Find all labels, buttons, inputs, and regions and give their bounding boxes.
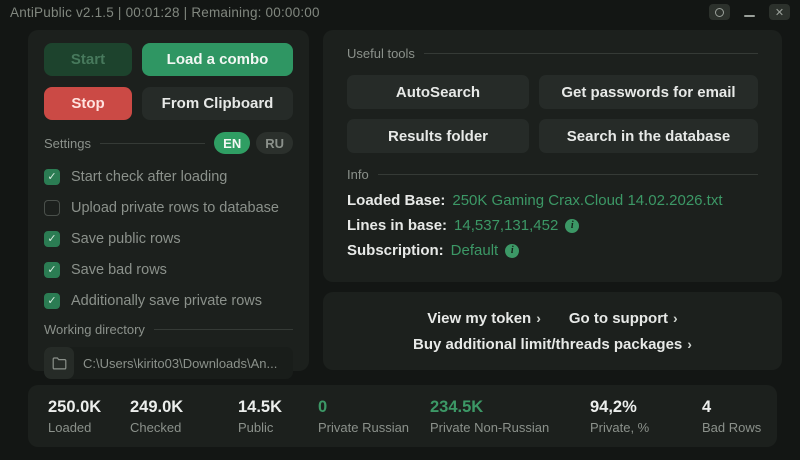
checkbox-label: Upload private rows to database — [71, 200, 279, 216]
window-controls: ✕ — [709, 4, 790, 20]
minimize-icon — [744, 14, 755, 17]
stats-bar: 250.0K Loaded 249.0K Checked 14.5K Publi… — [28, 385, 777, 447]
stat-value: 249.0K — [130, 397, 184, 416]
from-clipboard-button[interactable]: From Clipboard — [142, 87, 293, 120]
buy-packages-link[interactable]: Buy additional limit/threads packages › — [413, 336, 692, 353]
loaded-base-value: 250K Gaming Crax.Cloud 14.02.2026.txt — [452, 192, 723, 209]
stat-bad-rows: 4 Bad Rows — [702, 398, 772, 435]
minimize-button[interactable] — [739, 4, 760, 20]
view-my-token-link[interactable]: View my token › — [427, 310, 541, 327]
stat-value: 250.0K — [48, 397, 102, 416]
language-ru-button[interactable]: RU — [256, 132, 293, 154]
folder-icon — [52, 356, 66, 369]
checkbox-icon — [44, 293, 60, 309]
stat-public: 14.5K Public — [238, 398, 318, 435]
divider — [153, 329, 293, 330]
go-to-support-link[interactable]: Go to support › — [569, 310, 678, 327]
tools-grid: AutoSearch Get passwords for email Resul… — [347, 75, 758, 153]
divider — [377, 174, 758, 175]
working-directory-header: Working directory — [44, 322, 293, 337]
language-en-button[interactable]: EN — [214, 132, 251, 154]
start-button[interactable]: Start — [44, 43, 132, 76]
stat-label: Checked — [130, 419, 182, 435]
info-icon[interactable]: i — [565, 219, 580, 233]
stat-label: Loaded — [48, 419, 92, 435]
stat-private-non-russian: 234.5K Private Non-Russian — [430, 398, 590, 435]
subscription-row: Subscription: Default i — [347, 241, 758, 261]
app-title: AntiPublic v2.1.5 | 00:01:28 | Remaining… — [10, 4, 320, 20]
loaded-base-label: Loaded Base: — [347, 192, 446, 209]
search-database-button[interactable]: Search in the database — [539, 119, 758, 153]
working-directory-label: Working directory — [44, 322, 145, 337]
subscription-label: Subscription: — [347, 242, 444, 259]
circle-icon — [715, 7, 724, 17]
checkbox-label: Additionally save private rows — [71, 293, 263, 309]
chevron-right-icon: › — [536, 310, 541, 326]
language-switch: EN RU — [214, 132, 293, 154]
checkbox-save-public-rows[interactable]: Save public rows — [44, 229, 293, 249]
lines-in-base-label: Lines in base: — [347, 217, 448, 234]
tools-panel: Useful tools AutoSearch Get passwords fo… — [323, 30, 782, 282]
control-panel: Start Load a combo Stop From Clipboard S… — [28, 30, 309, 379]
checkbox-save-bad-rows[interactable]: Save bad rows — [44, 260, 293, 280]
checkbox-icon — [44, 200, 60, 216]
stat-value: 14.5K — [238, 397, 283, 416]
checkbox-label: Start check after loading — [71, 169, 228, 185]
lines-in-base-row: Lines in base: 14,537,131,452 i — [347, 216, 758, 236]
stop-button[interactable]: Stop — [44, 87, 132, 120]
settings-checkboxes: Start check after loading Upload private… — [44, 167, 293, 311]
get-passwords-button[interactable]: Get passwords for email — [539, 75, 758, 109]
link-label: View my token — [427, 309, 532, 327]
settings-header: Settings EN RU — [44, 132, 293, 154]
stat-private-percent: 94,2% Private, % — [590, 398, 702, 435]
useful-tools-header: Useful tools — [347, 46, 758, 61]
stat-label: Bad Rows — [702, 419, 762, 435]
settings-label: Settings — [44, 135, 91, 151]
useful-tools-label: Useful tools — [347, 46, 415, 61]
stat-value: 4 — [702, 397, 712, 416]
load-combo-button[interactable]: Load a combo — [142, 43, 293, 76]
stat-label: Public — [238, 419, 274, 435]
stat-private-russian: 0 Private Russian — [318, 398, 430, 435]
chevron-right-icon: › — [687, 336, 692, 352]
link-label: Buy additional limit/threads packages — [413, 335, 683, 353]
stat-label: Private Russian — [318, 419, 410, 435]
chevron-right-icon: › — [673, 310, 678, 326]
checkbox-icon — [44, 169, 60, 185]
stat-value: 234.5K — [430, 397, 484, 416]
checkbox-label: Save bad rows — [71, 262, 167, 278]
close-icon: ✕ — [774, 6, 785, 19]
info-icon[interactable]: i — [505, 244, 520, 258]
lines-in-base-value: 14,537,131,452 — [454, 217, 559, 234]
loaded-base-row: Loaded Base: 250K Gaming Crax.Cloud 14.0… — [347, 191, 758, 211]
info-label: Info — [347, 167, 369, 182]
stat-value: 0 — [318, 397, 328, 416]
checkbox-upload-private-rows[interactable]: Upload private rows to database — [44, 198, 293, 218]
stat-loaded: 250.0K Loaded — [48, 398, 130, 435]
checkbox-icon — [44, 262, 60, 278]
stat-label: Private Non-Russian — [430, 419, 550, 435]
autosearch-button[interactable]: AutoSearch — [347, 75, 529, 109]
browse-folder-button[interactable] — [44, 347, 74, 379]
link-label: Go to support — [568, 309, 669, 327]
checkbox-start-check-after-loading[interactable]: Start check after loading — [44, 167, 293, 187]
results-folder-button[interactable]: Results folder — [347, 119, 529, 153]
links-panel: View my token › Go to support › Buy addi… — [323, 292, 782, 370]
divider — [99, 142, 206, 144]
checkbox-icon — [44, 231, 60, 247]
stat-value: 94,2% — [590, 397, 637, 416]
checkbox-label: Save public rows — [71, 231, 181, 247]
stat-checked: 249.0K Checked — [130, 398, 238, 435]
working-directory-input[interactable]: C:\Users\kirito03\Downloads\An... — [44, 347, 293, 379]
titlebar: AntiPublic v2.1.5 | 00:01:28 | Remaining… — [0, 0, 800, 24]
window-circle-button[interactable] — [709, 4, 730, 20]
stat-label: Private, % — [590, 419, 650, 435]
checkbox-additionally-save-private-rows[interactable]: Additionally save private rows — [44, 291, 293, 311]
divider — [423, 53, 758, 54]
subscription-value: Default — [450, 242, 499, 259]
info-header: Info — [347, 167, 758, 182]
close-button[interactable]: ✕ — [769, 4, 790, 20]
working-directory-path: C:\Users\kirito03\Downloads\An... — [83, 355, 278, 371]
